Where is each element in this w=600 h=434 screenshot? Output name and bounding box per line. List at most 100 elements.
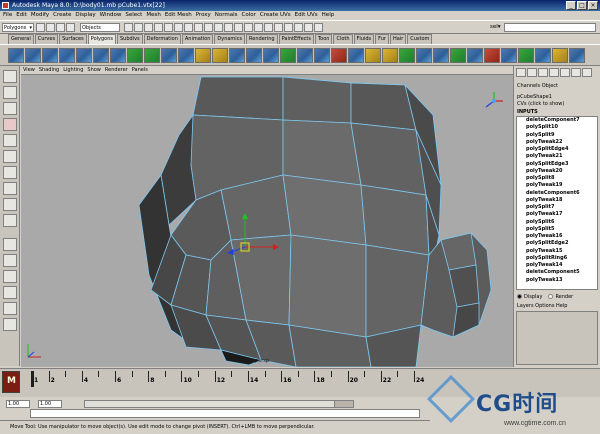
rotate-tool-icon[interactable] bbox=[3, 134, 17, 147]
poly-count-icon[interactable] bbox=[569, 48, 585, 63]
channel-box-menu[interactable]: Channels Object bbox=[517, 83, 558, 89]
panel-menu-panels[interactable]: Panels bbox=[132, 66, 148, 74]
smooth-icon[interactable] bbox=[178, 48, 194, 63]
range-slider[interactable] bbox=[84, 400, 354, 408]
render-frame-icon[interactable] bbox=[284, 23, 293, 32]
shelf-tab-general[interactable]: General bbox=[8, 34, 34, 44]
ipr-render-icon[interactable] bbox=[294, 23, 303, 32]
shelf-tab-fur[interactable]: Fur bbox=[375, 34, 389, 44]
panel-menu-lighting[interactable]: Lighting bbox=[63, 66, 83, 74]
cleanup-icon[interactable] bbox=[535, 48, 551, 63]
list-item[interactable]: polyTweak13 bbox=[517, 277, 597, 284]
panel-menu-show[interactable]: Show bbox=[87, 66, 101, 74]
shelf-tab-surfaces[interactable]: Surfaces bbox=[59, 34, 87, 44]
list-item[interactable]: deleteComponent6 bbox=[517, 190, 597, 197]
poly-cone-icon[interactable] bbox=[59, 48, 75, 63]
soften-edge-icon[interactable] bbox=[433, 48, 449, 63]
menu-window[interactable]: Window bbox=[100, 11, 122, 20]
menu-set-dropdown[interactable]: Polygons bbox=[2, 23, 34, 32]
menu-select[interactable]: Select bbox=[125, 11, 142, 20]
panel-menu-shading[interactable]: Shading bbox=[39, 66, 59, 74]
snap-grid-icon[interactable] bbox=[224, 23, 233, 32]
layer-mode-render[interactable]: Render bbox=[548, 294, 573, 300]
shape-node-name[interactable]: pCubeShape1 bbox=[517, 94, 552, 100]
range-current-field[interactable]: 1.00 bbox=[38, 400, 62, 408]
split-polygon-icon[interactable] bbox=[297, 48, 313, 63]
hypershade-layout-icon[interactable] bbox=[3, 302, 17, 315]
list-item[interactable]: polySplitRing6 bbox=[517, 255, 597, 262]
pick-mask-curve-icon[interactable] bbox=[144, 23, 153, 32]
attribute-editor-toggle-icon[interactable] bbox=[516, 68, 526, 77]
shelf-tab-dynamics[interactable]: Dynamics bbox=[214, 34, 246, 44]
timeline-ruler[interactable]: 1 2 4 6 8 10 12 14 16 18 20 22 24 bbox=[24, 371, 424, 387]
lock-selection-icon[interactable] bbox=[204, 23, 213, 32]
shelf-tab-cloth[interactable]: Cloth bbox=[333, 34, 353, 44]
list-item[interactable]: polyTweak15 bbox=[517, 248, 597, 255]
render-radio-icon[interactable] bbox=[548, 294, 554, 299]
cylindrical-mapping-icon[interactable] bbox=[382, 48, 398, 63]
shelf-tab-fluids[interactable]: Fluids bbox=[353, 34, 375, 44]
menu-modify[interactable]: Modify bbox=[31, 11, 49, 20]
boolean-union-icon[interactable] bbox=[195, 48, 211, 63]
perspective-viewport[interactable]: View Shading Lighting Show Renderer Pane… bbox=[21, 66, 513, 367]
menu-color[interactable]: Color bbox=[242, 11, 256, 20]
shelf-tab-curves[interactable]: Curves bbox=[34, 34, 59, 44]
list-item[interactable]: polySplit6 bbox=[517, 219, 597, 226]
reverse-normals-icon[interactable] bbox=[467, 48, 483, 63]
pick-mask-render-icon[interactable] bbox=[184, 23, 193, 32]
single-perspective-layout-icon[interactable] bbox=[3, 238, 17, 251]
planar-mapping-icon[interactable] bbox=[365, 48, 381, 63]
list-item[interactable]: polyTweak19 bbox=[517, 182, 597, 189]
quick-selection-field[interactable] bbox=[504, 23, 596, 32]
panel-layout-toggle-icon[interactable] bbox=[582, 68, 592, 77]
new-scene-icon[interactable] bbox=[36, 23, 45, 32]
channel-box-toggle-icon[interactable] bbox=[538, 68, 548, 77]
snap-view-plane-icon[interactable] bbox=[254, 23, 263, 32]
menu-mesh[interactable]: Mesh bbox=[146, 11, 160, 20]
range-slider-grip[interactable] bbox=[85, 401, 335, 407]
fill-hole-icon[interactable] bbox=[518, 48, 534, 63]
list-item[interactable]: polyTweak17 bbox=[517, 211, 597, 218]
maximize-button[interactable]: □ bbox=[577, 1, 587, 10]
scale-tool-icon[interactable] bbox=[3, 150, 17, 163]
harden-edge-icon[interactable] bbox=[450, 48, 466, 63]
maya-app-icon[interactable] bbox=[2, 2, 9, 9]
separate-icon[interactable] bbox=[144, 48, 160, 63]
list-item[interactable]: polySplitEdge2 bbox=[517, 240, 597, 247]
list-item[interactable]: polyTweak21 bbox=[517, 153, 597, 160]
open-scene-icon[interactable] bbox=[46, 23, 55, 32]
pick-mask-surface-icon[interactable] bbox=[154, 23, 163, 32]
extract-icon[interactable] bbox=[161, 48, 177, 63]
menu-create-uvs[interactable]: Create UVs bbox=[260, 11, 291, 20]
menu-create[interactable]: Create bbox=[53, 11, 71, 20]
selection-mode-objects[interactable]: Objects bbox=[80, 23, 120, 32]
command-input[interactable] bbox=[30, 409, 420, 418]
persp-outliner-layout-icon[interactable] bbox=[3, 270, 17, 283]
list-item[interactable]: polyTweak14 bbox=[517, 262, 597, 269]
pick-mask-deform-icon[interactable] bbox=[164, 23, 173, 32]
list-item[interactable]: polyTweak16 bbox=[517, 233, 597, 240]
menu-help[interactable]: Help bbox=[322, 11, 335, 20]
uv-editor-icon[interactable] bbox=[416, 48, 432, 63]
list-item[interactable]: polySplitEdge4 bbox=[517, 146, 597, 153]
sculpt-geometry-icon[interactable] bbox=[552, 48, 568, 63]
input-ops-icon[interactable] bbox=[314, 23, 323, 32]
shelf-tab-animation[interactable]: Animation bbox=[181, 34, 214, 44]
shelf-tab-rendering[interactable]: Rendering bbox=[246, 34, 278, 44]
universal-manipulator-icon[interactable] bbox=[3, 166, 17, 179]
list-item[interactable]: polyTweak18 bbox=[517, 197, 597, 204]
cvs-row[interactable]: CVs (click to show) bbox=[517, 101, 564, 107]
lasso-tool-icon[interactable] bbox=[3, 86, 17, 99]
insert-edge-loop-icon[interactable] bbox=[314, 48, 330, 63]
list-item[interactable]: polySplit9 bbox=[517, 132, 597, 139]
quick-selection-label[interactable]: sel▾ bbox=[490, 23, 501, 32]
poly-cube-icon[interactable] bbox=[25, 48, 41, 63]
append-polygon-icon[interactable] bbox=[280, 48, 296, 63]
highlight-selection-icon[interactable] bbox=[214, 23, 223, 32]
poly-pipe-icon[interactable] bbox=[110, 48, 126, 63]
shelf-tab-toon[interactable]: Toon bbox=[314, 34, 333, 44]
render-globals-icon[interactable] bbox=[304, 23, 313, 32]
minimize-button[interactable]: _ bbox=[566, 1, 576, 10]
panel-menu-view[interactable]: View bbox=[23, 66, 35, 74]
list-item[interactable]: polyTweak22 bbox=[517, 139, 597, 146]
